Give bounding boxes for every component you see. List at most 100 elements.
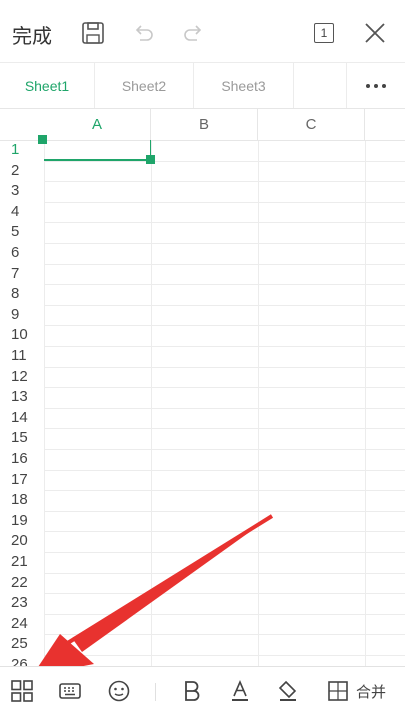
keyboard-icon	[59, 683, 81, 699]
row-header-6[interactable]: 6	[0, 243, 44, 264]
row-gridline	[44, 263, 405, 265]
tab-label: Sheet3	[221, 77, 266, 94]
row-header-2[interactable]: 2	[0, 161, 44, 182]
row-gridline	[44, 346, 405, 347]
font-color-button[interactable]	[224, 675, 256, 707]
selection-handle-bottom-right[interactable]	[146, 155, 155, 164]
row-header-24[interactable]: 24	[0, 614, 44, 635]
emoji-button[interactable]	[103, 675, 135, 707]
sheet-count-value: 1	[320, 26, 328, 40]
row-header-8[interactable]: 8	[0, 284, 44, 305]
row-header-9[interactable]: 9	[0, 305, 44, 326]
column-gridline	[365, 140, 366, 666]
row-gridline	[44, 469, 405, 471]
bold-icon	[185, 681, 200, 701]
more-icon	[366, 83, 386, 88]
row-gridline	[44, 593, 405, 595]
sheet-count-button[interactable]: 1	[307, 16, 341, 50]
font-color-icon	[232, 679, 248, 701]
row-gridline	[44, 222, 405, 224]
apps-button[interactable]	[6, 675, 38, 707]
undo-icon	[135, 25, 153, 41]
toolbar-divider	[155, 683, 156, 701]
row-header-12[interactable]: 12	[0, 367, 44, 388]
row-header-26[interactable]: 26	[0, 655, 44, 666]
more-sheets-button[interactable]	[346, 63, 405, 108]
tab-sheet2[interactable]: Sheet2	[95, 63, 194, 108]
row-gridline	[44, 510, 405, 512]
row-gridline	[44, 613, 405, 615]
row-header-23[interactable]: 23	[0, 593, 44, 614]
tab-sheet1[interactable]: Sheet1	[0, 63, 95, 108]
row-gridline	[44, 284, 405, 286]
row-gridline	[44, 243, 405, 244]
row-header-21[interactable]: 21	[0, 552, 44, 573]
row-header-17[interactable]: 17	[0, 470, 44, 491]
row-header-18[interactable]: 18	[0, 490, 44, 511]
bold-button[interactable]	[176, 675, 208, 707]
done-button[interactable]: 完成	[12, 20, 52, 49]
row-header-4[interactable]: 4	[0, 202, 44, 223]
row-header-13[interactable]: 13	[0, 387, 44, 408]
sheet-count-icon: 1	[314, 23, 334, 43]
redo-button[interactable]	[176, 16, 210, 50]
row-gridline	[44, 428, 405, 430]
row-header-25[interactable]: 25	[0, 634, 44, 655]
keyboard-button[interactable]	[54, 675, 86, 707]
row-header-10[interactable]: 10	[0, 325, 44, 346]
row-header-20[interactable]: 20	[0, 531, 44, 552]
tab-label: Sheet2	[121, 77, 167, 94]
row-gridline	[44, 201, 405, 203]
row-gridline	[44, 634, 405, 636]
row-gridline	[44, 160, 405, 162]
row-gridline	[44, 655, 405, 656]
row-gridline	[44, 407, 405, 409]
row-gridline	[44, 325, 405, 327]
spreadsheet-grid[interactable]: A B C 1 2 3 4 5 6 7 8 9 10 11 12 13 14 15 16 17 18 19 20 21 2…	[0, 108, 405, 666]
row-gridline	[44, 181, 405, 183]
fill-color-button[interactable]	[272, 675, 304, 707]
row-header-7[interactable]: 7	[0, 264, 44, 285]
apps-grid-icon	[11, 680, 33, 702]
selection-bottom-border	[44, 159, 151, 161]
border-icon	[328, 681, 348, 701]
save-icon	[82, 22, 104, 44]
row-gridline	[44, 572, 405, 574]
row-header-19[interactable]: 19	[0, 511, 44, 532]
save-button[interactable]	[76, 16, 110, 50]
row-header-5[interactable]: 5	[0, 222, 44, 243]
undo-button[interactable]	[127, 16, 161, 50]
redo-icon	[184, 25, 202, 41]
row-gridline	[44, 531, 405, 533]
row-gridline	[44, 490, 405, 492]
fill-color-icon	[278, 680, 297, 701]
selection-handle-top-left[interactable]	[38, 135, 47, 144]
column-header-b[interactable]: B	[151, 108, 258, 140]
row-header-15[interactable]: 15	[0, 428, 44, 449]
row-header-22[interactable]: 22	[0, 573, 44, 594]
tab-sheet3[interactable]: Sheet3	[194, 63, 294, 108]
row-gridline	[44, 552, 405, 553]
close-button[interactable]	[358, 16, 392, 50]
column-header-c[interactable]: C	[258, 108, 365, 140]
row-header-11[interactable]: 11	[0, 346, 44, 367]
column-header-a[interactable]: A	[44, 108, 151, 140]
close-icon	[365, 23, 385, 43]
emoji-icon	[108, 680, 130, 702]
column-gridline	[44, 140, 45, 666]
merge-button[interactable]: 合并	[356, 681, 386, 702]
border-button[interactable]	[322, 675, 354, 707]
row-gridline	[44, 304, 405, 306]
row-header-3[interactable]: 3	[0, 181, 44, 202]
column-gridline	[258, 140, 259, 666]
selected-cell-a1[interactable]	[44, 140, 151, 161]
column-gridline	[151, 140, 152, 666]
row-gridline	[44, 366, 405, 368]
tab-label: Sheet1	[24, 77, 70, 94]
row-header-16[interactable]: 16	[0, 449, 44, 470]
bottom-toolbar: 合并	[0, 666, 405, 716]
top-toolbar: 完成 1	[0, 0, 405, 64]
row-gridline	[44, 449, 405, 450]
sheet-tabs: Sheet1 Sheet2 Sheet3	[0, 62, 405, 109]
row-header-14[interactable]: 14	[0, 408, 44, 429]
